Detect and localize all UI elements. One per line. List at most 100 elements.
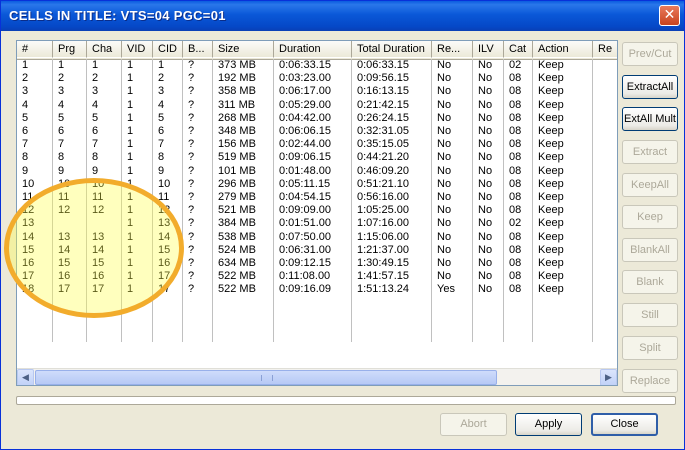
extractall-button[interactable]: ExtractAll [622, 75, 678, 99]
table-cell: 1 [127, 230, 134, 243]
prev-cut-button[interactable]: Prev/Cut [622, 42, 678, 66]
table-cell: No [478, 98, 493, 111]
table-row[interactable]: 15 14 14 1 15? 524 MB 0:06:31.00 1:21:37.00 No No… [17, 243, 617, 257]
table-cell: No [437, 243, 452, 256]
table-cell: ? [188, 283, 195, 296]
horizontal-scrollbar[interactable]: ◀ ▶ [17, 368, 617, 385]
table-cell: 16 [22, 257, 35, 269]
table-cell: ? [188, 72, 195, 85]
table-row[interactable]: 14 13 13 1 14? 538 MB 0:07:50.00 1:15:06.00 No No… [17, 230, 617, 244]
split-button[interactable]: Split [622, 336, 678, 360]
table-cell: 08 [509, 85, 522, 98]
table-cell: 16 [58, 270, 71, 283]
column-header[interactable]: ILV [473, 41, 504, 58]
table-cell: No [437, 270, 452, 283]
table-cell: ? [188, 177, 195, 190]
cells-table[interactable]: # Prg Cha VID CID B... Size Duration Total Durat… [16, 40, 618, 386]
table-row[interactable]: 17 16 16 1 17? 522 MB 0:11:08.00 1:41:57.15 No No… [17, 270, 617, 283]
still-button[interactable]: Still [622, 303, 678, 327]
table-cell: 3 [58, 85, 65, 98]
table-row[interactable]: 3 3 3 1 3? 358 MB 0:06:17.00 0:16:13.15 No No 08 Ke… [17, 85, 617, 98]
table-cell: 0:21:42.15 [357, 98, 409, 111]
blank-button[interactable]: Blank [622, 270, 678, 294]
table-cell: 522 MB [218, 270, 256, 283]
table-cell: No [478, 230, 493, 243]
table-cell: No [437, 98, 452, 111]
table-row[interactable]: 6 6 6 1 6? 348 MB 0:06:06.15 0:32:31.05 No No 08 Ke… [17, 125, 617, 138]
column-header[interactable]: Total Duration [352, 41, 432, 58]
table-row[interactable]: 7 7 7 1 7? 156 MB 0:02:44.00 0:35:15.05 No No 08 Ke… [17, 138, 617, 151]
table-cell: 0:11:08.00 [279, 270, 331, 283]
abort-button[interactable]: Abort [440, 413, 507, 436]
table-cell: 3 [92, 85, 99, 98]
scroll-right-icon[interactable]: ▶ [600, 369, 617, 385]
table-cell: No [437, 125, 452, 137]
close-icon[interactable]: ✕ [659, 5, 680, 26]
table-row[interactable]: 11 11 11 1 11? 279 MB 0:04:54.15 0:56:16.00 No No… [17, 191, 617, 204]
column-header[interactable]: Duration [274, 41, 352, 58]
table-cell: 16 [92, 270, 105, 283]
table-row[interactable]: 9 9 9 1 9? 101 MB 0:01:48.00 0:46:09.20 No No 08 Ke… [17, 165, 617, 178]
apply-button[interactable]: Apply [515, 413, 582, 436]
title-bar[interactable]: CELLS IN TITLE: VTS=04 PGC=01 ✕ [1, 1, 684, 31]
blankall-button[interactable]: BlankAll [622, 238, 678, 262]
table-cell: 0:26:24.15 [357, 111, 409, 124]
table-cell: 7 [92, 138, 99, 151]
table-cell: No [437, 230, 452, 243]
table-row[interactable]: 13 1 13? 384 MB 0:01:51.00 1:07:16.00 No No 02 Ke… [17, 217, 617, 230]
table-row[interactable]: 5 5 5 1 5? 268 MB 0:04:42.00 0:26:24.15 No No 08 Ke… [17, 111, 617, 125]
column-header[interactable]: CID [153, 41, 183, 58]
table-cell: 15 [92, 257, 105, 269]
table-cell: Keep [538, 191, 564, 203]
column-header[interactable]: Action [533, 41, 593, 58]
keep-button[interactable]: Keep [622, 205, 678, 229]
column-header[interactable]: Cha [87, 41, 122, 58]
table-row[interactable]: 10 10 10 1 10? 296 MB 0:05:11.15 0:51:21.10 No No… [17, 177, 617, 191]
column-header[interactable]: B... [183, 41, 213, 58]
table-cell: 192 MB [218, 72, 256, 85]
table-cell: Keep [538, 111, 564, 124]
table-cell: 0:44:21.20 [357, 151, 409, 164]
table-row[interactable]: 4 4 4 1 4? 311 MB 0:05:29.00 0:21:42.15 No No 08 Ke… [17, 98, 617, 112]
table-cell: Keep [538, 257, 564, 269]
table-row[interactable]: 12 12 12 1 12? 521 MB 0:09:09.00 1:05:25.00 No No… [17, 204, 617, 217]
table-cell: 1 [127, 151, 134, 164]
column-header[interactable]: Re [593, 41, 617, 58]
column-header[interactable]: Re... [432, 41, 473, 58]
table-row[interactable]: 1 1 1 1 1? 373 MB 0:06:33.15 0:06:33.15 No No 02 Ke… [17, 59, 617, 72]
table-cell: 15 [158, 243, 171, 256]
extall-mult-button[interactable]: ExtAll Mult [622, 107, 678, 131]
table-cell: 10 [92, 177, 105, 190]
table-row[interactable]: 8 8 8 1 8? 519 MB 0:09:06.15 0:44:21.20 No No 08 Ke… [17, 151, 617, 164]
table-row[interactable]: 18 17 17 1 17? 522 MB 0:09:16.09 1:51:13.24 Yes N… [17, 283, 617, 296]
column-header[interactable]: Prg [53, 41, 87, 58]
column-header[interactable]: VID [122, 41, 153, 58]
table-cell: 0:35:15.05 [357, 138, 409, 151]
table-cell: 0:06:06.15 [279, 125, 331, 137]
table-cell: 13 [92, 230, 105, 243]
table-cell: ? [188, 111, 195, 124]
table-cell: No [478, 151, 493, 164]
extract-button[interactable]: Extract [622, 140, 678, 164]
table-cell: 08 [509, 72, 522, 85]
table-cell: 12 [22, 204, 35, 217]
table-row[interactable]: 16 15 15 1 16? 634 MB 0:09:12.15 1:30:49.15 No No… [17, 257, 617, 270]
column-header[interactable]: # [17, 41, 53, 58]
table-row[interactable]: 2 2 2 1 2? 192 MB 0:03:23.00 0:09:56.15 No No 08 Ke… [17, 72, 617, 85]
table-cell: No [437, 59, 452, 71]
column-header[interactable]: Cat [504, 41, 533, 58]
table-cell: 1:41:57.15 [357, 270, 409, 283]
table-cell: 10 [22, 177, 35, 190]
keepall-button[interactable]: KeepAll [622, 173, 678, 197]
replace-button[interactable]: Replace [622, 369, 678, 393]
table-cell: 2 [58, 72, 65, 85]
table-cell: 5 [58, 111, 65, 124]
scroll-thumb[interactable] [35, 370, 497, 385]
scroll-left-icon[interactable]: ◀ [17, 369, 34, 385]
close-button[interactable]: Close [591, 413, 658, 436]
table-cell: 4 [58, 98, 65, 111]
table-cell: ? [188, 85, 195, 98]
table-cell: 02 [509, 217, 522, 230]
column-header[interactable]: Size [213, 41, 274, 58]
table-cell: 0:05:29.00 [279, 98, 331, 111]
